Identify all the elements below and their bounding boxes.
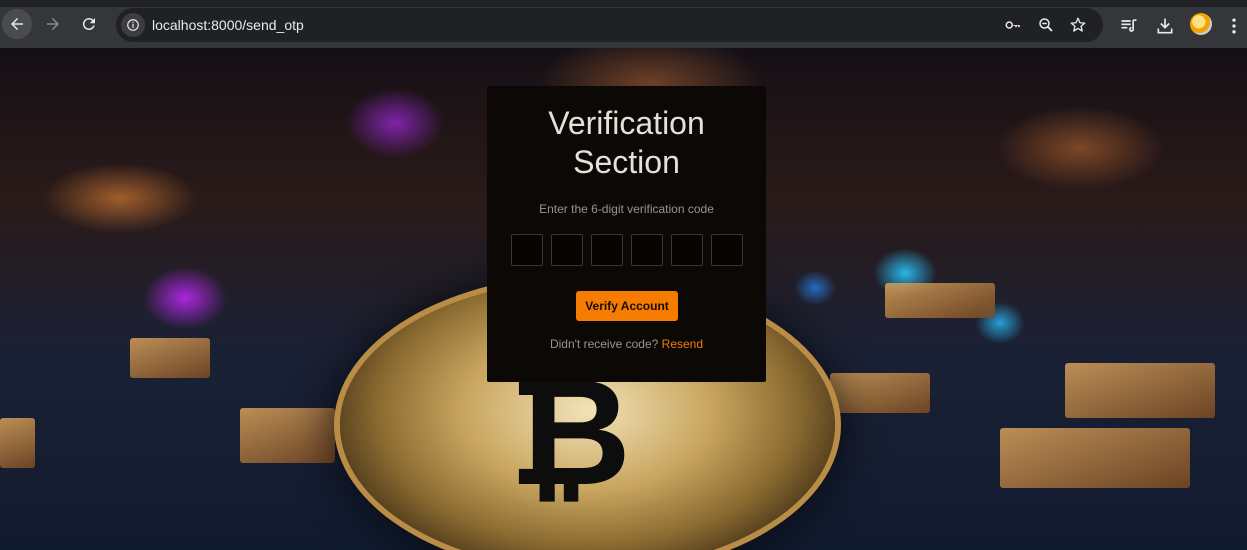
download-icon[interactable] — [1155, 16, 1175, 36]
circuit-chip — [130, 338, 210, 378]
otp-input-group — [511, 234, 743, 266]
back-icon — [11, 18, 23, 30]
reload-button[interactable] — [74, 9, 104, 39]
verify-account-button[interactable]: Verify Account — [576, 291, 678, 321]
otp-digit-3[interactable] — [591, 234, 623, 266]
otp-digit-1[interactable] — [511, 234, 543, 266]
resend-line: Didn't receive code? Resend — [487, 337, 766, 351]
reading-list-icon[interactable] — [1119, 16, 1139, 36]
title-line-2: Section — [573, 144, 680, 180]
otp-digit-5[interactable] — [671, 234, 703, 266]
resend-link[interactable]: Resend — [662, 337, 703, 351]
otp-digit-2[interactable] — [551, 234, 583, 266]
otp-digit-6[interactable] — [711, 234, 743, 266]
circuit-chip — [240, 408, 335, 463]
key-icon[interactable] — [1004, 16, 1022, 34]
address-bar[interactable]: localhost:8000/send_otp — [116, 8, 1103, 42]
verification-card: Verification Section Enter the 6-digit v… — [487, 86, 766, 382]
browser-toolbar: localhost:8000/send_otp — [0, 0, 1247, 48]
menu-icon[interactable] — [1224, 16, 1244, 36]
instruction-text: Enter the 6-digit verification code — [539, 202, 714, 216]
avatar[interactable] — [1190, 13, 1212, 35]
forward-button[interactable] — [38, 9, 68, 39]
title-line-1: Verification — [548, 105, 705, 141]
site-info-icon — [127, 19, 139, 31]
forward-icon — [47, 18, 59, 30]
circuit-chip — [1065, 363, 1215, 418]
page-title: Verification Section — [487, 104, 766, 182]
site-info-button[interactable] — [121, 13, 145, 37]
reload-icon — [82, 18, 95, 31]
zoom-icon[interactable] — [1037, 16, 1055, 34]
otp-digit-4[interactable] — [631, 234, 663, 266]
resend-prompt: Didn't receive code? — [549, 337, 659, 351]
star-icon[interactable] — [1069, 16, 1087, 34]
circuit-chip — [830, 373, 930, 413]
circuit-chip — [885, 283, 995, 318]
url-text[interactable]: localhost:8000/send_otp — [152, 17, 304, 33]
bitcoin-symbol: ₿ — [508, 346, 632, 520]
back-button[interactable] — [2, 9, 32, 39]
circuit-chip — [0, 418, 35, 468]
circuit-chip — [1000, 428, 1190, 488]
